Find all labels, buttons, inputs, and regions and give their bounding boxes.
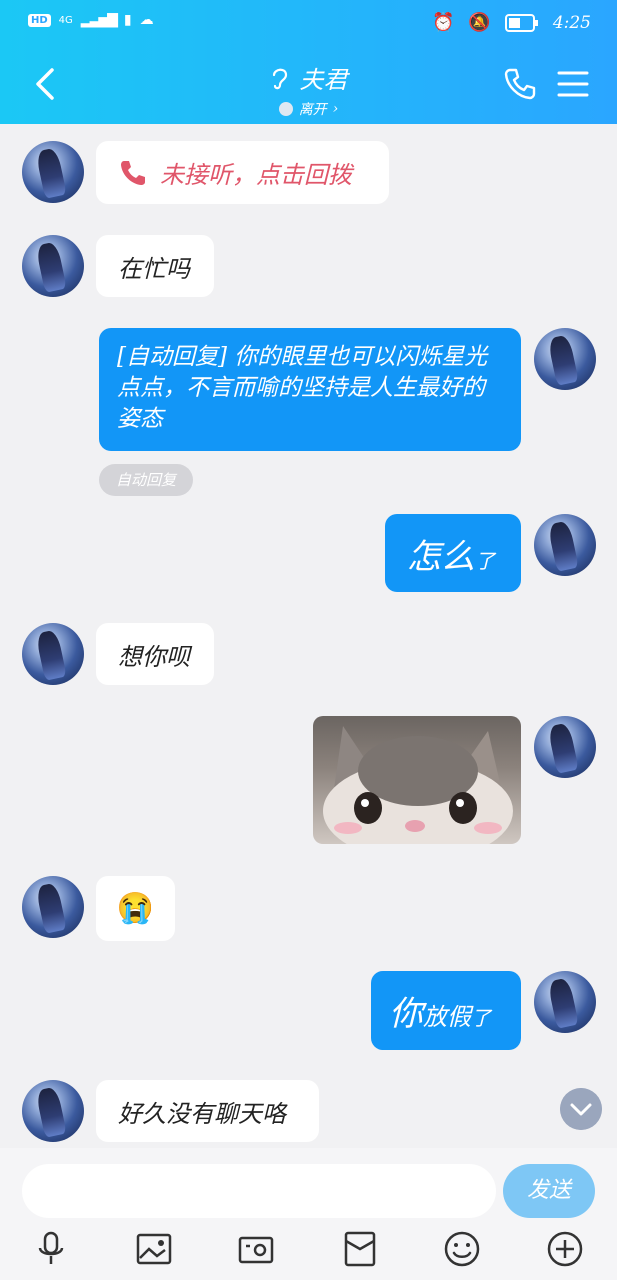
message-text-small: 了 <box>475 548 495 573</box>
presence-status[interactable]: 离开 › <box>278 99 339 119</box>
chevron-right-icon: › <box>332 101 339 117</box>
missed-call-bubble[interactable]: 未接听，点击回拨 <box>96 141 389 204</box>
contact-avatar[interactable] <box>22 235 84 297</box>
plus-icon[interactable] <box>546 1230 584 1268</box>
sim-alert-icon: ▮ <box>123 12 132 28</box>
auto-reply-tag: 自动回复 <box>99 464 193 496</box>
my-avatar[interactable] <box>534 716 596 778</box>
input-bar: 发送 <box>0 1148 617 1280</box>
image-icon[interactable] <box>135 1230 173 1268</box>
network-label: 4G <box>58 14 73 26</box>
ear-icon <box>272 68 287 89</box>
camera-icon[interactable] <box>237 1230 275 1268</box>
message-text-small: 了 <box>471 1006 491 1030</box>
emoji-icon[interactable] <box>443 1230 481 1268</box>
message-text: 在忙吗 <box>118 254 190 283</box>
message-text: 怎么 <box>407 536 475 577</box>
weather-icon: ☁ <box>139 12 154 28</box>
message-bubble[interactable]: 好久没有聊天咯 <box>96 1080 319 1142</box>
contact-avatar[interactable] <box>22 623 84 685</box>
message-input[interactable] <box>22 1164 496 1218</box>
signal-icon: ▂▃▅▇ <box>80 12 118 28</box>
scroll-down-icon[interactable] <box>560 1088 602 1130</box>
clock: 4:25 <box>552 12 591 33</box>
red-packet-icon[interactable] <box>341 1230 379 1268</box>
crying-emoji-icon: 😭 <box>116 891 155 926</box>
phone-missed-icon <box>121 160 145 185</box>
emoji-bubble[interactable]: 😭 <box>96 876 175 941</box>
my-avatar[interactable] <box>534 971 596 1033</box>
my-avatar[interactable] <box>534 328 596 390</box>
send-button[interactable]: 发送 <box>503 1164 595 1218</box>
contact-avatar[interactable] <box>22 876 84 938</box>
clock-status-icon <box>278 102 293 116</box>
chat-header: HD 4G ▂▃▅▇ ▮ ☁ ⏰ 🔕 4:25 夫君 离开 › <box>0 0 617 124</box>
cat-sticker-image[interactable] <box>313 716 521 844</box>
mic-icon[interactable] <box>32 1230 70 1268</box>
battery-icon <box>504 13 538 32</box>
message-bubble[interactable]: 想你呗 <box>96 623 214 685</box>
phone-call-icon[interactable] <box>502 66 538 102</box>
message-text-mid: 放假 <box>423 1003 471 1031</box>
status-bar: HD 4G ▂▃▅▇ ▮ ☁ ⏰ 🔕 4:25 <box>0 0 617 46</box>
cat-face-icon <box>323 726 513 844</box>
mute-icon: 🔕 <box>468 12 491 33</box>
contact-avatar[interactable] <box>22 141 84 203</box>
contact-name: 夫君 <box>299 66 348 94</box>
message-bubble[interactable]: 怎么 了 <box>385 514 521 592</box>
contact-avatar[interactable] <box>22 1080 84 1142</box>
message-bubble[interactable]: 你 放假 了 <box>371 971 521 1050</box>
presence-label: 离开 <box>298 102 327 118</box>
message-text: 好久没有聊天咯 <box>118 1099 286 1128</box>
message-bubble[interactable]: 在忙吗 <box>96 235 214 297</box>
hd-badge: HD <box>28 13 51 27</box>
message-text: 想你呗 <box>118 642 190 671</box>
auto-reply-bubble[interactable]: [自动回复] 你的眼里也可以闪烁星光点点，不言而喻的坚持是人生最好的姿态 <box>99 328 521 451</box>
missed-call-text: 未接听，点击回拨 <box>160 161 352 189</box>
my-avatar[interactable] <box>534 514 596 576</box>
alarm-icon: ⏰ <box>431 12 455 33</box>
message-text: [自动回复] 你的眼里也可以闪烁星光点点，不言而喻的坚持是人生最好的姿态 <box>117 344 488 432</box>
message-text: 你 <box>389 994 423 1034</box>
menu-icon[interactable] <box>556 68 590 100</box>
